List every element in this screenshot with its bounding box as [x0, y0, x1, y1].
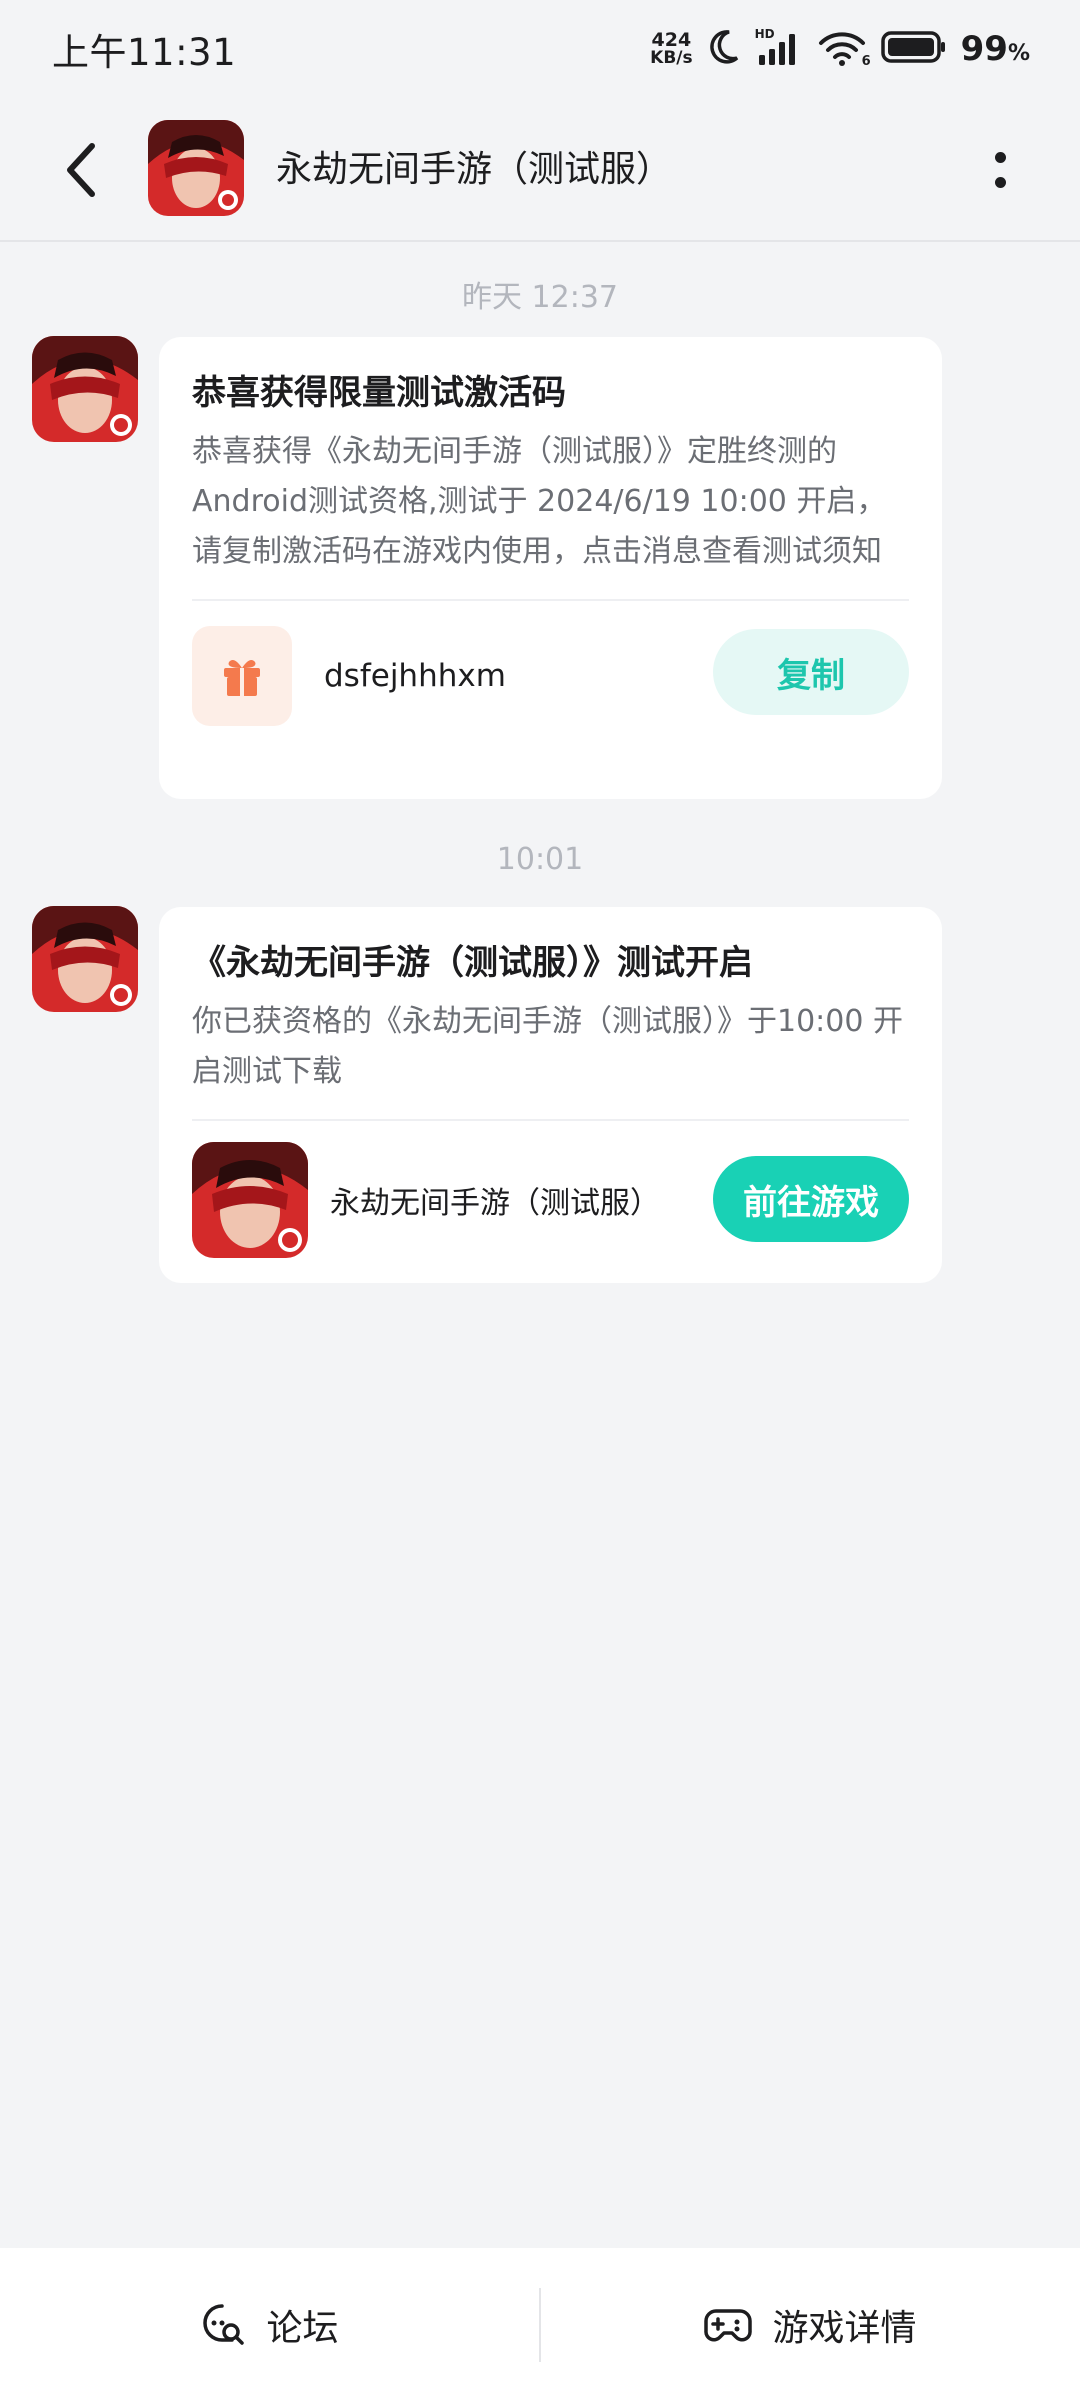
status-bar: 上午11:31 424 KB/s HD 6 99%: [0, 0, 1080, 98]
wifi-icon: 6: [817, 29, 871, 69]
gamepad-icon: [704, 2308, 753, 2341]
status-icons: 424 KB/s HD 6 99%: [650, 27, 1030, 70]
forum-icon: [203, 2303, 245, 2345]
game-name: 永劫无间手游（测试服）: [330, 1186, 660, 1221]
more-dot-icon: [994, 177, 1006, 188]
card-body: 恭喜获得《永劫无间手游（测试服）》定胜终测的Android测试资格,测试于 20…: [192, 434, 887, 569]
test-open-card[interactable]: 《永劫无间手游（测试服）》测试开启 你已获资格的《永劫无间手游（测试服）》于10…: [159, 907, 942, 1283]
chat-header: 永劫无间手游（测试服）: [0, 98, 1080, 242]
activation-code-card[interactable]: 恭喜获得限量测试激活码 恭喜获得《永劫无间手游（测试服）》定胜终测的Androi…: [159, 337, 942, 799]
battery-percent-unit: %: [1007, 41, 1030, 66]
message-timestamp: 昨天 12:37: [462, 280, 618, 315]
chat-title: 永劫无间手游（测试服）: [276, 149, 673, 190]
battery-percent-value: 99: [960, 29, 1008, 69]
net-speed-unit: KB/s: [650, 48, 693, 68]
game-avatar[interactable]: [148, 120, 244, 216]
battery-percent: 99%: [961, 29, 1030, 69]
activation-code: dsfejhhhxm: [324, 658, 506, 694]
battery-icon: [880, 30, 947, 68]
go-to-game-button[interactable]: 前往游戏: [713, 1156, 909, 1242]
forum-tab[interactable]: 论坛: [0, 2248, 539, 2401]
signal-icon: HD: [755, 27, 803, 69]
sender-avatar[interactable]: [32, 336, 138, 442]
game-row: 永劫无间手游（测试服） 前往游戏: [192, 1121, 909, 1279]
message-timestamp: 10:01: [496, 842, 584, 877]
moon-icon: [707, 28, 741, 70]
game-details-label: 游戏详情: [772, 2307, 917, 2349]
chevron-left-icon: [67, 143, 95, 197]
wifi-generation-label: 6: [861, 54, 871, 69]
game-details-tab[interactable]: 游戏详情: [541, 2248, 1080, 2401]
more-options-button[interactable]: [980, 140, 1020, 200]
forum-label: 论坛: [266, 2307, 339, 2349]
net-speed-indicator: 424 KB/s: [650, 31, 692, 67]
bottom-bar: 论坛 游戏详情: [0, 2248, 1080, 2401]
card-body: 你已获资格的《永劫无间手游（测试服）》于10:00 开启测试下载: [192, 1004, 903, 1089]
copy-button[interactable]: 复制: [713, 629, 909, 715]
status-time: 上午11:31: [52, 31, 237, 74]
activation-code-row: dsfejhhhxm 复制: [192, 601, 909, 751]
card-title: 恭喜获得限量测试激活码: [192, 373, 566, 413]
card-title: 《永劫无间手游（测试服）》测试开启: [192, 943, 753, 983]
sender-avatar[interactable]: [32, 906, 138, 1012]
gift-icon: [224, 660, 260, 696]
back-button[interactable]: [52, 138, 112, 202]
more-dot-icon: [994, 152, 1006, 163]
game-icon[interactable]: [192, 1142, 308, 1258]
gift-icon-box: [192, 626, 292, 726]
